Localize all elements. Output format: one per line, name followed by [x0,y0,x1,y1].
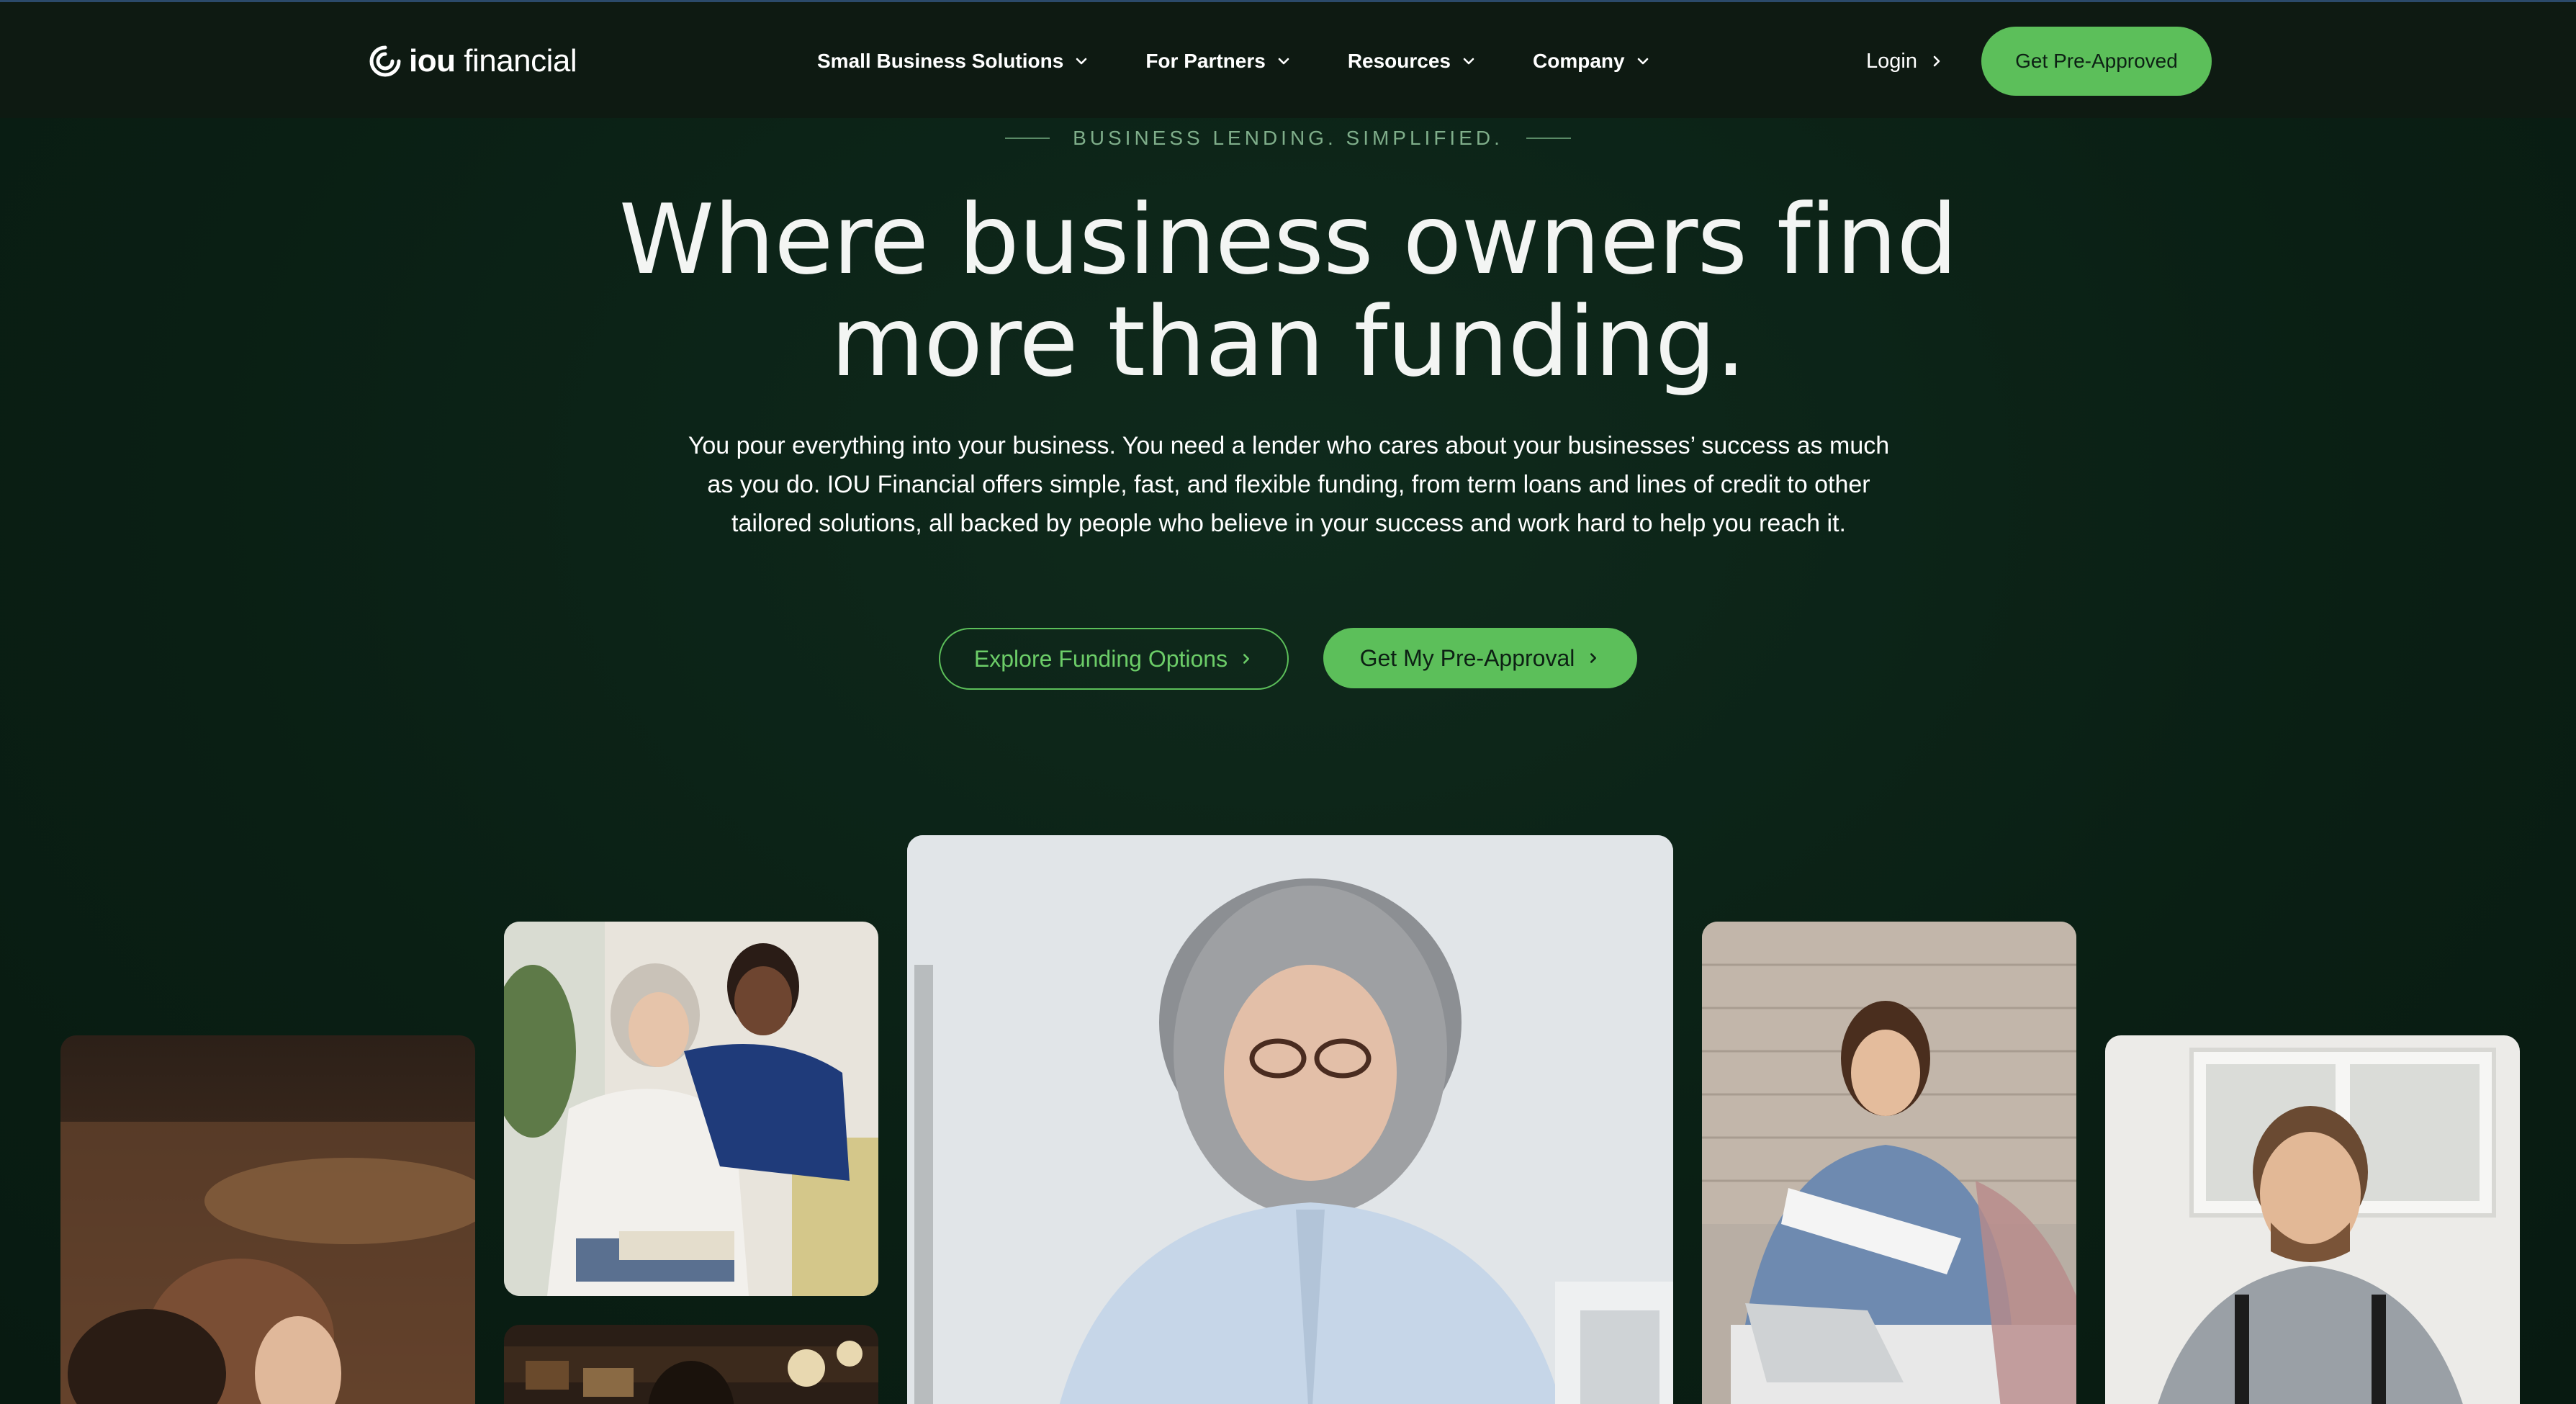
preapproval-label: Get My Pre-Approval [1359,644,1575,671]
nav-item-company[interactable]: Company [1533,50,1651,73]
woman-handshake-photo-image [1702,922,2076,1404]
chevron-right-icon [1933,55,1940,67]
chevron-right-icon [1243,654,1250,664]
nav-item-resources[interactable]: Resources [1348,50,1477,73]
headline-line-2: more than funding. [830,286,1747,398]
nav-item-label: For Partners [1145,50,1266,72]
hero-eyebrow: BUSINESS LENDING. SIMPLIFIED. [0,124,2576,153]
logo-text: iou financial [409,43,577,79]
nav-item-label: Company [1533,50,1625,72]
nav-item-label: Resources [1347,50,1451,72]
spa-photo-image [60,1035,475,1404]
eyebrow-rule-right [1526,138,1571,139]
chevron-down-icon [1637,58,1648,65]
login-link[interactable]: Login [1866,40,1945,83]
photo-caregiver-lower [504,1325,878,1404]
headline-line-1: Where business owners find [618,184,1958,296]
photo-smiling-man [2105,1035,2520,1404]
get-my-pre-approval-button[interactable]: Get My Pre-Approval [1323,628,1637,688]
hero-body: You pour everything into your business. … [688,432,1890,537]
eyebrow-rule-left [1005,138,1050,139]
chevron-down-icon [1463,58,1474,65]
chevron-right-icon [1590,653,1597,663]
explore-funding-options-button[interactable]: Explore Funding Options [939,628,1289,690]
photo-woman-handshake [1702,922,2076,1404]
nav-item-label: Small Business Solutions [817,50,1064,72]
woman-writing-photo-image [907,835,1673,1404]
nav-item-small-business-solutions[interactable]: Small Business Solutions [817,50,1089,73]
photo-caregiver [504,922,878,1296]
photo-woman-writing [907,835,1673,1404]
logo-text-light: financial [464,43,577,78]
main-nav: Small Business Solutions For Partners Re… [817,40,1707,83]
smiling-man-photo-image [2105,1035,2520,1404]
get-pre-approved-label: Get Pre-Approved [2015,50,2178,72]
caregiver-photo-image [504,922,878,1296]
eyebrow-text: BUSINESS LENDING. SIMPLIFIED. [1073,127,1503,149]
hero-cta-row: Explore Funding Options Get My Pre-Appro… [0,628,2576,690]
photo-spa-client [60,1035,475,1404]
chevron-down-icon [1076,58,1087,65]
logo-text-bold: iou [409,43,456,78]
chevron-down-icon [1278,58,1289,65]
logo-mark-icon [369,45,401,77]
lower-photo-image [504,1325,878,1404]
site-header: iou financial Small Business Solutions F… [0,0,2576,118]
explore-label: Explore Funding Options [973,645,1228,672]
hero-headline: Where business owners find more than fun… [0,189,2576,393]
logo[interactable]: iou financial [369,40,577,83]
page: iou financial Small Business Solutions F… [0,0,2576,1404]
login-label: Login [1866,49,1917,73]
nav-item-for-partners[interactable]: For Partners [1145,50,1292,73]
get-pre-approved-button[interactable]: Get Pre-Approved [1981,27,2212,96]
